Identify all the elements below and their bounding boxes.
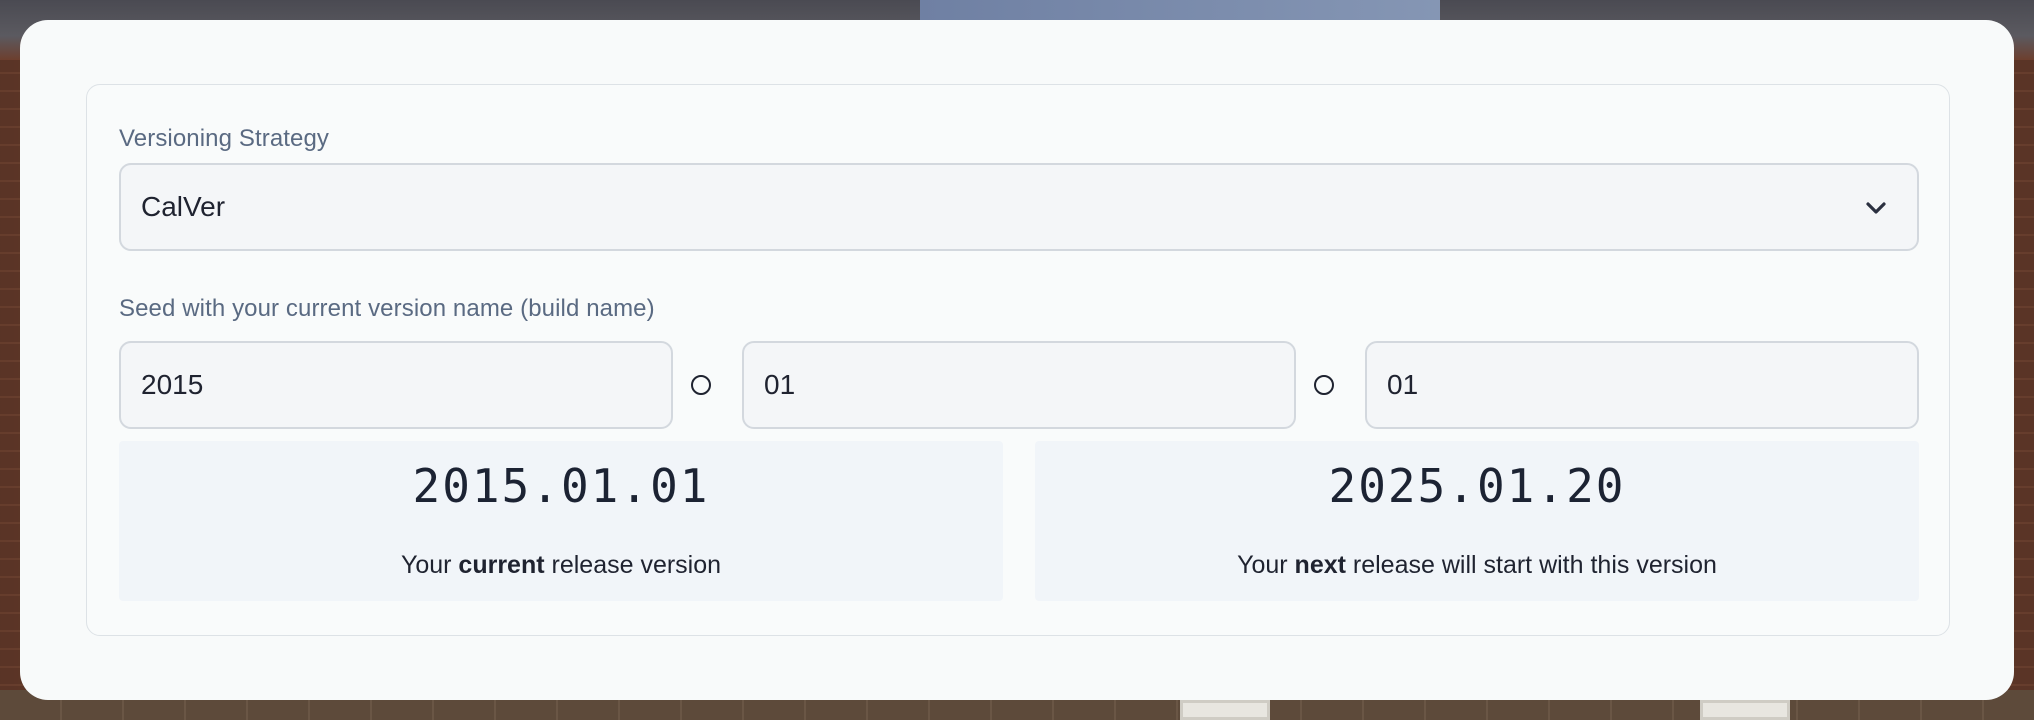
seed-year-value: 2015: [141, 369, 204, 400]
background-window: [1180, 700, 1270, 720]
next-version-value: 2025.01.20: [1328, 459, 1626, 513]
strategy-selected-value: CalVer: [141, 191, 226, 222]
background-window: [1700, 700, 1790, 720]
chevron-down-icon: [1866, 202, 1886, 214]
strategy-label: Versioning Strategy: [119, 125, 330, 152]
current-version-value: 2015.01.01: [412, 459, 710, 513]
strategy-select[interactable]: CalVer: [119, 163, 1919, 251]
seed-label: Seed with your current version name (bui…: [119, 295, 655, 322]
seed-month-input[interactable]: 01: [742, 341, 1296, 429]
background-sky: [920, 0, 1440, 22]
current-version-caption: Your current release version: [400, 551, 722, 579]
seed-month-value: 01: [764, 369, 796, 400]
current-version-preview: 2015.01.01 Your current release version: [119, 441, 1003, 601]
circle-icon: [1314, 375, 1334, 395]
seed-day-input[interactable]: 01: [1365, 341, 1919, 429]
versioning-panel: Versioning Strategy CalVer Seed with you…: [86, 84, 1950, 636]
settings-card: Versioning Strategy CalVer Seed with you…: [20, 20, 2014, 700]
next-version-preview: 2025.01.20 Your next release will start …: [1035, 441, 1919, 601]
seed-day-value: 01: [1387, 369, 1419, 400]
seed-year-input[interactable]: 2015: [119, 341, 673, 429]
circle-icon: [691, 375, 711, 395]
next-version-caption: Your next release will start with this v…: [1237, 551, 1717, 579]
